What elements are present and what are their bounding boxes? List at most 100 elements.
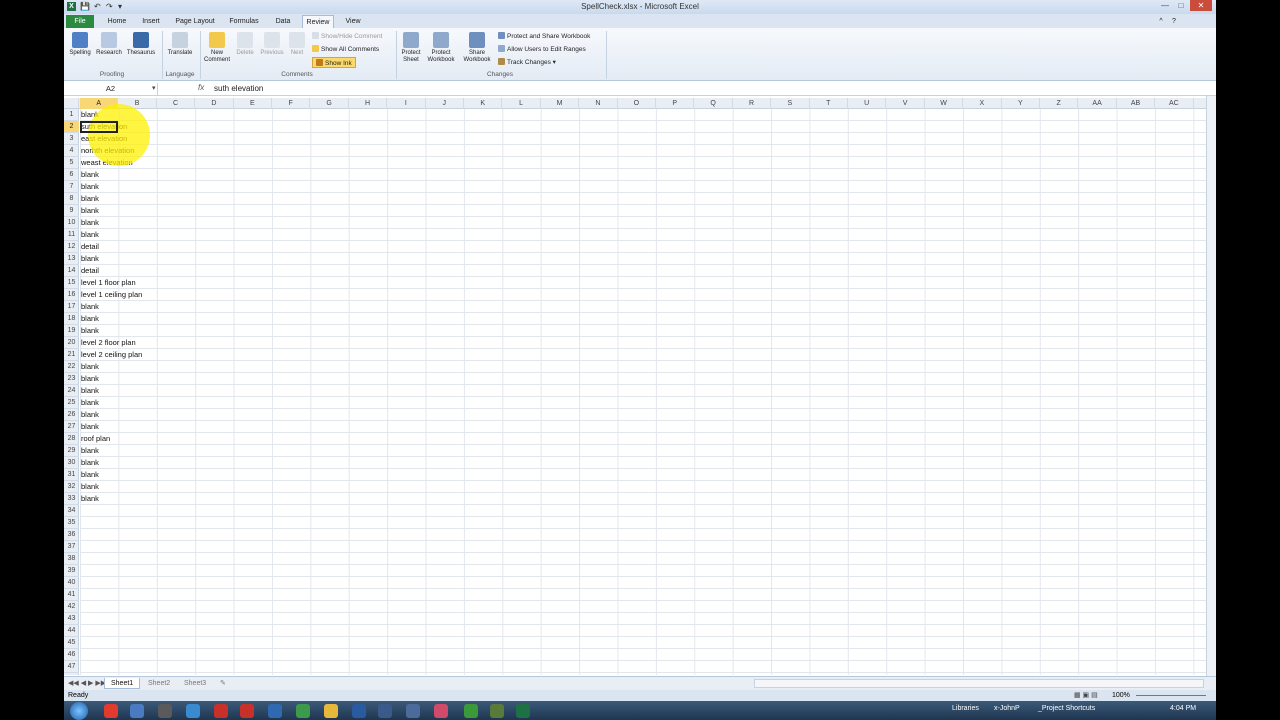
chrome-icon[interactable] xyxy=(296,704,310,718)
tab-data[interactable]: Data xyxy=(270,15,296,28)
sheet-tab-2[interactable]: Sheet2 xyxy=(142,678,176,689)
cell-a20[interactable]: level 2 floor plan xyxy=(81,337,136,349)
row-header[interactable]: 43 xyxy=(64,613,79,625)
zoom-slider[interactable] xyxy=(1136,695,1206,696)
row-header[interactable]: 41 xyxy=(64,589,79,601)
row-header[interactable]: 47 xyxy=(64,661,79,673)
row-header[interactable]: 13 xyxy=(64,253,79,265)
row-header[interactable]: 19 xyxy=(64,325,79,337)
vertical-scrollbar[interactable] xyxy=(1206,96,1216,676)
tab-review[interactable]: Review xyxy=(302,15,334,28)
cell-a9[interactable]: blank xyxy=(81,205,99,217)
column-header[interactable]: P xyxy=(656,98,695,109)
horizontal-scrollbar[interactable] xyxy=(754,679,1204,688)
row-header[interactable]: 1 xyxy=(64,109,79,121)
column-header[interactable]: J xyxy=(426,98,464,109)
row-header[interactable]: 28 xyxy=(64,433,79,445)
row-header[interactable]: 31 xyxy=(64,469,79,481)
share-workbook-button[interactable]: Share Workbook xyxy=(460,32,494,64)
excel-taskbar-icon[interactable] xyxy=(516,704,530,718)
spelling-button[interactable]: Spelling xyxy=(66,32,94,57)
column-header[interactable]: X xyxy=(963,98,1002,109)
zoom-level[interactable]: 100% xyxy=(1112,690,1130,701)
column-header[interactable]: S xyxy=(771,98,810,109)
cell-a28[interactable]: roof plan xyxy=(81,433,110,445)
track-changes-button[interactable]: Track Changes ▾ xyxy=(498,57,556,68)
column-header[interactable]: AC xyxy=(1155,98,1194,109)
row-header[interactable]: 40 xyxy=(64,577,79,589)
app-icon[interactable] xyxy=(490,704,504,718)
row-header[interactable]: 16 xyxy=(64,289,79,301)
column-header[interactable]: W xyxy=(925,98,964,109)
insert-function-icon[interactable]: fx xyxy=(198,83,204,92)
column-header[interactable]: R xyxy=(733,98,772,109)
row-header[interactable]: 38 xyxy=(64,553,79,565)
row-header[interactable]: 8 xyxy=(64,193,79,205)
help-icon[interactable]: ? xyxy=(1168,15,1180,28)
row-header[interactable]: 4 xyxy=(64,145,79,157)
show-all-comments-button[interactable]: Show All Comments xyxy=(312,44,379,55)
cell-a33[interactable]: blank xyxy=(81,493,99,505)
close-icon[interactable]: ✕ xyxy=(1190,0,1212,11)
row-header[interactable]: 12 xyxy=(64,241,79,253)
cell-a21[interactable]: level 2 ceiling plan xyxy=(81,349,142,361)
column-header[interactable]: M xyxy=(541,98,580,109)
column-header[interactable]: O xyxy=(618,98,656,109)
row-header[interactable]: 45 xyxy=(64,637,79,649)
cell-a11[interactable]: blank xyxy=(81,229,99,241)
cell-a16[interactable]: level 1 ceiling plan xyxy=(81,289,142,301)
cell-a27[interactable]: blank xyxy=(81,421,99,433)
app-icon[interactable] xyxy=(434,704,448,718)
tab-page-layout[interactable]: Page Layout xyxy=(172,15,218,28)
cell-a10[interactable]: blank xyxy=(81,217,99,229)
column-header[interactable]: Z xyxy=(1040,98,1079,109)
view-buttons-icon[interactable]: ▦ ▣ ▤ xyxy=(1074,690,1098,701)
row-header[interactable]: 9 xyxy=(64,205,79,217)
show-hide-comment-button[interactable]: Show/Hide Comment xyxy=(312,31,382,42)
row-header[interactable]: 32 xyxy=(64,481,79,493)
column-header[interactable]: AB xyxy=(1117,98,1156,109)
chrome-icon[interactable] xyxy=(104,704,118,718)
column-header[interactable]: AA xyxy=(1078,98,1117,109)
acrobat-icon[interactable] xyxy=(214,704,228,718)
column-header[interactable]: G xyxy=(310,98,349,109)
row-header[interactable]: 15 xyxy=(64,277,79,289)
sheet-tab-1[interactable]: Sheet1 xyxy=(104,678,141,689)
column-header[interactable]: C xyxy=(157,98,196,109)
row-header[interactable]: 20 xyxy=(64,337,79,349)
row-header[interactable]: 42 xyxy=(64,601,79,613)
minimize-icon[interactable]: — xyxy=(1158,0,1172,11)
row-header[interactable]: 5 xyxy=(64,157,79,169)
autocad-icon[interactable] xyxy=(240,704,254,718)
tray-libraries[interactable]: Libraries xyxy=(952,705,979,712)
app-icon[interactable] xyxy=(464,704,478,718)
cell-a22[interactable]: blank xyxy=(81,361,99,373)
cell-a13[interactable]: blank xyxy=(81,253,99,265)
insert-sheet-icon[interactable]: ✎ xyxy=(214,678,232,689)
row-header[interactable]: 14 xyxy=(64,265,79,277)
row-header[interactable]: 33 xyxy=(64,493,79,505)
previous-comment-button[interactable]: Previous xyxy=(258,32,286,57)
row-header[interactable]: 18 xyxy=(64,313,79,325)
thesaurus-button[interactable]: Thesaurus xyxy=(124,32,158,57)
cell-a18[interactable]: blank xyxy=(81,313,99,325)
select-all-corner[interactable] xyxy=(64,98,79,109)
row-header[interactable]: 34 xyxy=(64,505,79,517)
cell-grid[interactable]: blanksuth elevationeast elevationnorhth … xyxy=(80,109,1206,675)
cell-a26[interactable]: blank xyxy=(81,409,99,421)
cell-a7[interactable]: blank xyxy=(81,181,99,193)
app-icon[interactable] xyxy=(158,704,172,718)
tab-formulas[interactable]: Formulas xyxy=(226,15,262,28)
tray-shortcuts[interactable]: _Project Shortcuts xyxy=(1038,705,1095,712)
cell-a24[interactable]: blank xyxy=(81,385,99,397)
folder-icon[interactable] xyxy=(324,704,338,718)
tray-user[interactable]: x-JohnP xyxy=(994,705,1020,712)
cell-a32[interactable]: blank xyxy=(81,481,99,493)
tab-home[interactable]: Home xyxy=(104,15,130,28)
tab-file[interactable]: File xyxy=(66,15,94,28)
row-header[interactable]: 3 xyxy=(64,133,79,145)
namebox-dropdown-icon[interactable]: ▾ xyxy=(152,84,156,92)
cell-a15[interactable]: level 1 floor plan xyxy=(81,277,136,289)
ie-icon[interactable] xyxy=(268,704,282,718)
column-header[interactable]: H xyxy=(349,98,388,109)
